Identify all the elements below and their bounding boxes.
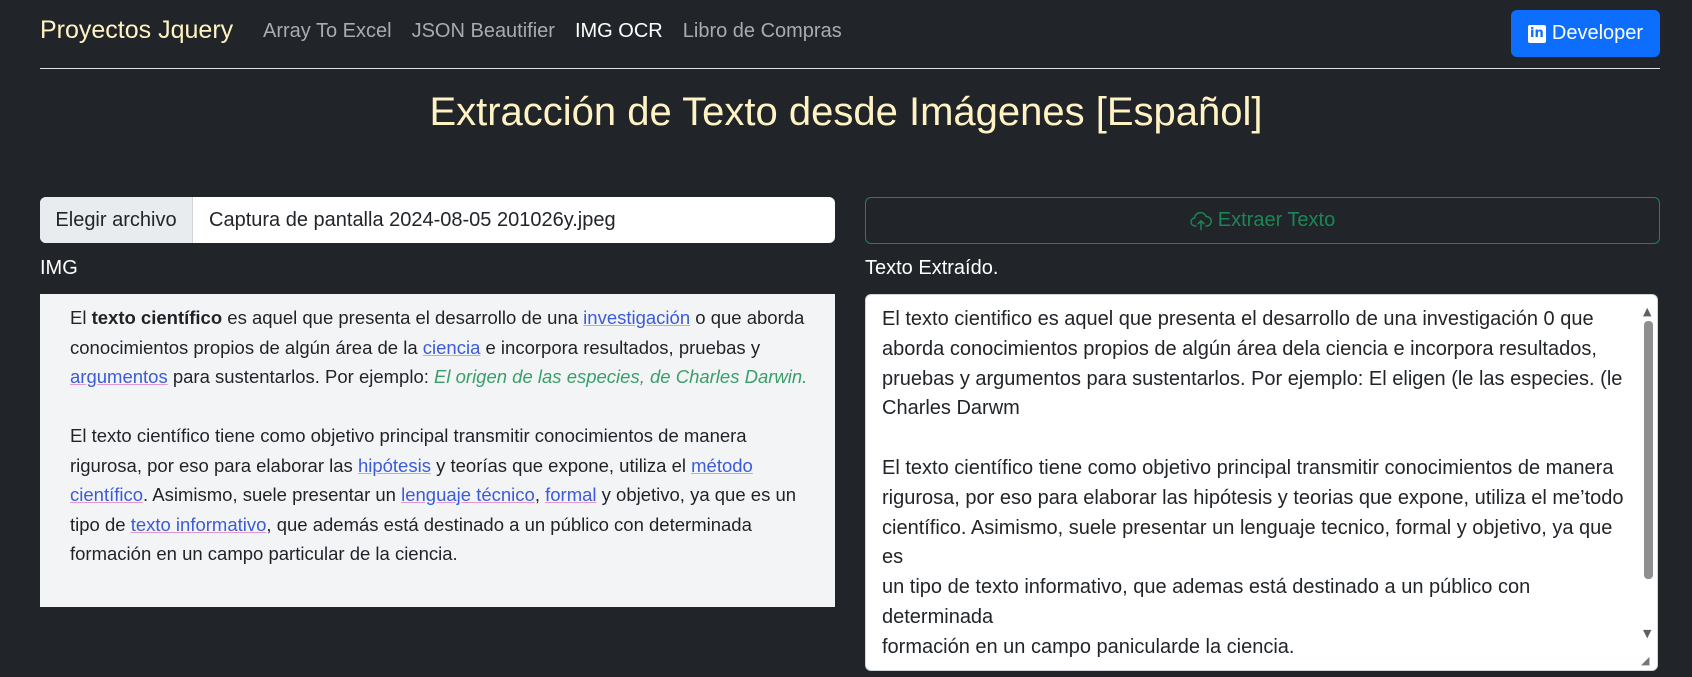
nav-link-libro-de-compras[interactable]: Libro de Compras [683,20,842,43]
resize-grip-icon[interactable]: ◢ [1641,654,1655,668]
image-link: hipótesis [357,454,431,476]
nav-link-img-ocr[interactable]: IMG OCR [575,20,663,43]
textarea-scrollbar[interactable]: ▲ ▼ [1639,297,1657,649]
scroll-down-arrow-icon[interactable]: ▼ [1643,619,1651,649]
extract-text-label: Extraer Texto [1217,209,1336,231]
image-text: es aquel que presenta el desarrollo de u… [222,307,584,328]
image-bold-text: texto científico [91,307,223,328]
image-text: , [534,484,546,505]
navbar: Proyectos Jquery Array To Excel JSON Bea… [40,0,1660,69]
nav-link-json-beautifier[interactable]: JSON Beautifier [412,20,555,43]
image-link: ciencia [422,336,481,358]
image-link: formal [545,484,597,505]
scrollbar-thumb[interactable] [1644,321,1653,579]
choose-file-button[interactable]: Elegir archivo [40,197,193,243]
navbar-brand[interactable]: Proyectos Jquery [40,16,233,45]
extracted-text-area[interactable]: El texto cientifico es aquel que present… [865,294,1658,671]
extracted-text[interactable]: El texto cientifico es aquel que present… [882,305,1632,663]
image-link: investigación [583,307,691,328]
uploaded-image-preview: El texto científico es aquel que present… [40,294,835,607]
developer-button[interactable]: in Developer [1511,10,1660,57]
cloud-upload-icon [1190,211,1212,230]
image-text: e incorpora resultados, pruebas y [480,336,761,358]
page-title: Extracción de Texto desde Imágenes [Espa… [429,90,1263,134]
img-label: IMG [40,257,78,279]
developer-button-label: Developer [1551,22,1644,44]
image-paragraph-1: El texto científico es aquel que present… [70,303,815,392]
nav-link-array-to-excel[interactable]: Array To Excel [263,20,392,43]
nav-links: Array To Excel JSON Beautifier IMG OCR L… [263,20,842,43]
image-text: y teorías que expone, utiliza el [430,454,692,476]
file-name[interactable]: Captura de pantalla 2024-08-05 201026y.j… [193,197,616,243]
linkedin-icon: in [1527,24,1546,43]
file-input[interactable]: Elegir archivo Captura de pantalla 2024-… [40,197,835,243]
image-paragraph-2: El texto científico tiene como objetivo … [70,421,815,569]
extract-text-button[interactable]: Extraer Texto [865,197,1660,244]
image-quote: El origen de las especies, de Charles Da… [434,366,808,387]
image-text: . Asimismo, suele presentar un [143,484,402,505]
image-text: para sustentarlos. Por ejemplo: [167,366,435,387]
image-text: El [70,307,92,328]
image-link: argumentos [70,366,168,387]
extracted-text-label: Texto Extraído. [865,257,999,279]
image-text-content: El texto científico es aquel que present… [70,303,815,569]
image-link: texto informativo [130,513,267,535]
image-link: lenguaje técnico [401,484,535,505]
